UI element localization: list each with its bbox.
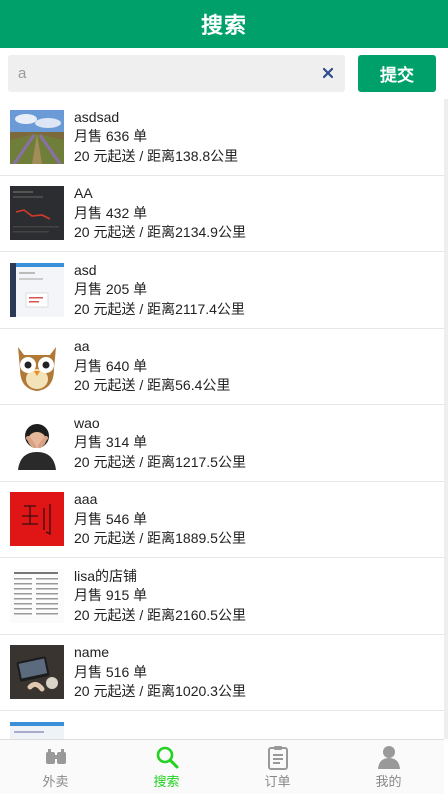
shop-info: asd 月售 205 单 20 元起送 / 距离2117.4公里	[74, 261, 245, 320]
shop-thumbnail	[10, 262, 64, 317]
shop-item[interactable]: wao 月售 314 单 20 元起送 / 距离1217.5公里	[0, 405, 444, 482]
shop-delivery-info: 20 元起送 / 距离1020.3公里	[74, 683, 246, 699]
shop-item[interactable]: lisa的店铺 月售 915 单 20 元起送 / 距离2160.5公里	[0, 558, 444, 635]
shop-name: wao	[74, 414, 100, 431]
shop-monthly-sales: 月售 915 单	[74, 587, 148, 603]
shop-name: aa	[74, 338, 90, 354]
shop-info: AA 月售 432 单 20 元起送 / 距离2134.9公里	[74, 184, 246, 243]
shop-item[interactable]: asdsad 月售 636 单 20 元起送 / 距离138.8公里	[0, 99, 444, 176]
shop-thumbnail	[10, 568, 64, 623]
shop-delivery-info: 20 元起送 / 距离2134.9公里	[74, 224, 246, 240]
bottom-tab-bar: 外卖 搜索 订单 我的	[0, 739, 444, 794]
tab-orders-label: 订单	[264, 774, 291, 789]
shop-delivery-info: 20 元起送 / 距离138.8公里	[74, 147, 239, 164]
search-bar: 提交	[0, 48, 448, 98]
shop-delivery-info: 20 元起送 / 距离56.4公里	[74, 377, 231, 393]
clipboard-icon	[267, 746, 288, 770]
shop-name: lisa的店铺	[74, 567, 138, 584]
page-title: 搜索	[200, 13, 247, 38]
shop-thumbnail	[10, 415, 64, 470]
search-input[interactable]	[18, 64, 321, 82]
shop-name: aaa	[74, 491, 98, 507]
shop-delivery-info: 20 元起送 / 距离1889.5公里	[74, 530, 246, 546]
search-box[interactable]	[8, 54, 345, 92]
tab-takeout-label: 外卖	[42, 774, 69, 789]
tab-search-label: 搜索	[153, 774, 180, 789]
tab-orders[interactable]: 订单	[222, 740, 333, 794]
user-icon	[377, 746, 400, 769]
shop-monthly-sales: 月售 546 单	[74, 510, 148, 527]
shop-thumbnail	[10, 492, 64, 547]
shop-monthly-sales: 月售 432 单	[74, 204, 148, 221]
shop-thumbnail	[10, 186, 64, 241]
tab-takeout[interactable]: 外卖	[0, 740, 111, 794]
shop-monthly-sales: 月售 640 单	[74, 357, 148, 374]
shop-thumbnail	[10, 339, 64, 394]
shop-info: asdsad 月售 636 单 20 元起送 / 距离138.8公里	[74, 108, 238, 167]
shop-name: AA	[74, 185, 93, 201]
shop-item[interactable]: asd 月售 205 单 20 元起送 / 距离2117.4公里	[0, 252, 444, 329]
shop-monthly-sales: 月售 516 单	[74, 663, 148, 680]
shop-monthly-sales: 月售 636 单	[74, 128, 148, 144]
shop-info: lisa的店铺 月售 915 单 20 元起送 / 距离2160.5公里	[74, 567, 246, 626]
shop-info: aaa 月售 546 单 20 元起送 / 距离1889.5公里	[74, 490, 246, 549]
shop-monthly-sales: 月售 205 单	[74, 281, 148, 297]
shop-name: asd	[74, 261, 97, 278]
shop-monthly-sales: 月售 314 单	[74, 434, 148, 450]
shop-list[interactable]: asdsad 月售 636 单 20 元起送 / 距离138.8公里 AA 月售…	[0, 99, 444, 739]
shop-info: aa 月售 640 单 20 元起送 / 距离56.4公里	[74, 337, 230, 396]
tab-mine-label: 我的	[375, 774, 402, 789]
shop-item[interactable]: AA 月售 432 单 20 元起送 / 距离2134.9公里	[0, 176, 444, 252]
takeout-icon	[45, 749, 66, 764]
shop-thumbnail	[10, 721, 64, 739]
shop-name: name	[74, 644, 110, 660]
shop-name: asdsad	[74, 108, 120, 125]
shop-thumbnail	[10, 109, 64, 164]
tab-search[interactable]: 搜索	[111, 740, 222, 794]
shop-thumbnail	[10, 645, 64, 700]
tab-mine[interactable]: 我的	[333, 740, 444, 794]
shop-info: wao 月售 314 单 20 元起送 / 距离1217.5公里	[74, 414, 246, 473]
clear-icon[interactable]	[321, 66, 335, 80]
shop-item[interactable]: 1miantiao	[0, 711, 444, 739]
shop-item[interactable]: aa 月售 640 单 20 元起送 / 距离56.4公里	[0, 329, 444, 405]
shop-item[interactable]: aaa 月售 546 单 20 元起送 / 距离1889.5公里	[0, 482, 444, 558]
search-icon	[156, 746, 178, 769]
shop-delivery-info: 20 元起送 / 距离2117.4公里	[74, 300, 245, 317]
shop-delivery-info: 20 元起送 / 距离2160.5公里	[74, 606, 246, 623]
shop-item[interactable]: name 月售 516 单 20 元起送 / 距离1020.3公里	[0, 635, 444, 711]
scrollbar[interactable]	[444, 99, 448, 739]
shop-delivery-info: 20 元起送 / 距离1217.5公里	[74, 453, 246, 470]
shop-info: name 月售 516 单 20 元起送 / 距离1020.3公里	[74, 643, 246, 702]
submit-button[interactable]: 提交	[358, 54, 436, 92]
page-header: 搜索	[0, 0, 448, 48]
